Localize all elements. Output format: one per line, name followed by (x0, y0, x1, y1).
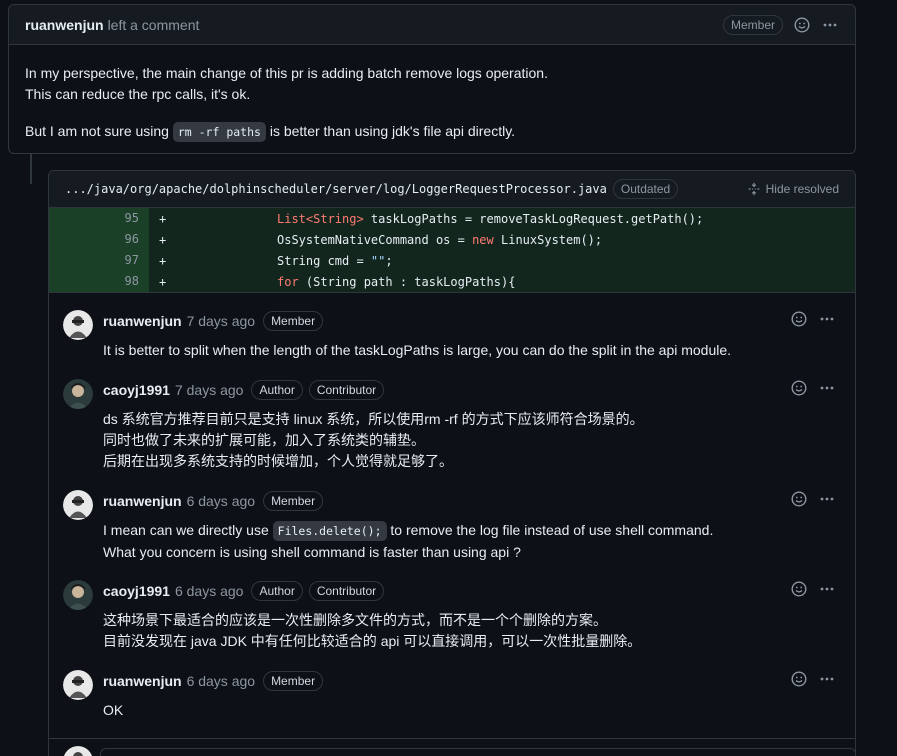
comment-line: I mean can we directly use Files.delete(… (103, 520, 856, 542)
comment-line: ds 系统官方推荐目前只是支持 linux 系统，所以使用rm -rf 的方式下… (103, 411, 644, 427)
comment-body: OK (103, 700, 856, 721)
comment-line: 同时也做了未来的扩展可能，加入了系统类的辅垫。 (103, 432, 425, 448)
inline-code: Files.delete(); (272, 521, 387, 541)
inline-code: rm -rf paths (172, 122, 266, 142)
line-number[interactable]: 95 (49, 208, 149, 229)
review-comment: caoyj1991 7 days ago Author Contributor … (48, 379, 856, 472)
avatar[interactable] (63, 490, 93, 520)
divider (48, 738, 856, 739)
comment-timestamp[interactable]: 7 days ago (187, 313, 256, 329)
comment-timestamp[interactable]: 6 days ago (187, 673, 256, 689)
diff-line: 96 + OsSystemNativeCommand os = new Linu… (49, 229, 855, 250)
kebab-menu-icon[interactable] (821, 16, 839, 34)
hide-resolved-label: Hide resolved (765, 182, 839, 196)
file-header: .../java/org/apache/dolphinscheduler/ser… (49, 171, 855, 208)
comment-line: What you concern is using shell command … (103, 544, 521, 560)
kebab-menu-icon[interactable] (818, 379, 836, 397)
review-comment: ruanwenjun 7 days ago Member It is bette… (48, 310, 856, 361)
avatar[interactable] (63, 670, 93, 700)
code-line: OsSystemNativeCommand os = new LinuxSyst… (277, 232, 603, 247)
comment-author[interactable]: ruanwenjun (103, 673, 182, 689)
comment-author[interactable]: caoyj1991 (103, 583, 170, 599)
review-comment: ruanwenjun 6 days ago Member I mean can … (48, 490, 856, 563)
smiley-icon[interactable] (793, 16, 811, 34)
comment-body: ds 系统官方推荐目前只是支持 linux 系统，所以使用rm -rf 的方式下… (103, 409, 856, 472)
diff-line: 97 + String cmd = ""; (49, 250, 855, 271)
line-number[interactable]: 97 (49, 250, 149, 271)
avatar[interactable] (63, 310, 93, 340)
review-comment: caoyj1991 6 days ago Author Contributor … (48, 580, 856, 652)
comment-body: 这种场景下最适合的应该是一次性删除多文件的方式，而不是一个个删除的方案。 目前没… (103, 610, 856, 652)
comment-header: ruanwenjun 7 days ago Member (103, 310, 856, 332)
top-comment-header: ruanwenjun left a comment Member (9, 5, 855, 45)
comment-body: It is better to split when the length of… (103, 340, 856, 361)
outdated-badge: Outdated (612, 179, 679, 199)
comment-line: 后期在出现多系统支持的时候增加，个人觉得就足够了。 (103, 453, 453, 469)
author-badge: Author (251, 380, 303, 400)
comment-action: left a comment (107, 16, 200, 33)
top-comment: ruanwenjun left a comment Member In my p… (8, 4, 856, 154)
smiley-icon[interactable] (790, 490, 808, 508)
comment-author[interactable]: ruanwenjun (103, 493, 182, 509)
kebab-menu-icon[interactable] (818, 670, 836, 688)
review-comment: ruanwenjun 6 days ago Member OK (48, 670, 856, 721)
comment-timestamp[interactable]: 6 days ago (175, 583, 244, 599)
avatar[interactable] (63, 580, 93, 610)
code-line: String cmd = ""; (277, 253, 393, 268)
reply-input[interactable] (100, 748, 856, 756)
comment-author[interactable]: caoyj1991 (103, 382, 170, 398)
comment-line: 目前没发现在 java JDK 中有任何比较适合的 api 可以直接调用，可以一… (103, 633, 642, 649)
fold-icon (748, 182, 759, 196)
comment-line: 这种场景下最适合的应该是一次性删除多文件的方式，而不是一个个删除的方案。 (103, 612, 607, 628)
comment-line: OK (103, 702, 124, 718)
code-line: for (String path : taskLogPaths){ (277, 274, 516, 289)
line-number[interactable]: 98 (49, 271, 149, 292)
contributor-badge: Contributor (308, 581, 385, 601)
file-path-link[interactable]: .../java/org/apache/dolphinscheduler/ser… (65, 182, 607, 196)
comment-author[interactable]: ruanwenjun (25, 17, 104, 33)
kebab-menu-icon[interactable] (818, 310, 836, 328)
kebab-menu-icon[interactable] (818, 490, 836, 508)
comment-author[interactable]: ruanwenjun (103, 313, 182, 329)
comment-line: But I am not sure using rm -rf paths is … (25, 121, 839, 143)
avatar[interactable] (63, 379, 93, 409)
author-badge: Author (251, 581, 303, 601)
comment-line: It is better to split when the length of… (103, 342, 732, 358)
hide-resolved-button[interactable]: Hide resolved (747, 182, 839, 196)
smiley-icon[interactable] (790, 310, 808, 328)
comment-line: In my perspective, the main change of th… (25, 65, 548, 81)
smiley-icon[interactable] (790, 379, 808, 397)
diff-line: 98 + for (String path : taskLogPaths){ (49, 271, 855, 292)
member-badge: Member (722, 14, 783, 35)
kebab-menu-icon[interactable] (818, 580, 836, 598)
contributor-badge: Contributor (308, 380, 385, 400)
timeline-line (30, 154, 32, 184)
smiley-icon[interactable] (790, 580, 808, 598)
comment-header: caoyj1991 6 days ago Author Contributor (103, 580, 856, 602)
comment-header: ruanwenjun 6 days ago Member (103, 490, 856, 512)
smiley-icon[interactable] (790, 670, 808, 688)
member-badge: Member (263, 671, 324, 691)
diff-line: 95 + List<String> taskLogPaths = removeT… (49, 208, 855, 229)
member-badge: Member (263, 491, 324, 511)
member-badge: Member (263, 311, 324, 331)
comment-timestamp[interactable]: 7 days ago (175, 382, 244, 398)
diff-block: 95 + List<String> taskLogPaths = removeT… (49, 208, 855, 292)
comment-header: ruanwenjun 6 days ago Member (103, 670, 856, 692)
comment-header: caoyj1991 7 days ago Author Contributor (103, 379, 856, 401)
code-line: List<String> taskLogPaths = removeTaskLo… (277, 211, 704, 226)
comment-body: In my perspective, the main change of th… (9, 45, 855, 143)
comment-timestamp[interactable]: 6 days ago (187, 493, 256, 509)
comment-body: I mean can we directly use Files.delete(… (103, 520, 856, 563)
line-number[interactable]: 96 (49, 229, 149, 250)
comment-line: This can reduce the rpc calls, it's ok. (25, 86, 251, 102)
